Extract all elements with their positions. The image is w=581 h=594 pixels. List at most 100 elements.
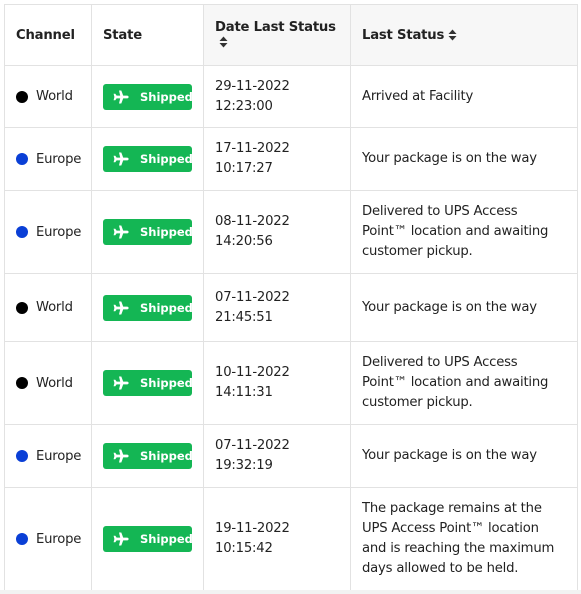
state-cell: Shipped	[91, 65, 204, 128]
date-cell: 08-11-2022 14:20:56	[203, 190, 351, 274]
state-label: Shipped	[140, 376, 193, 390]
state-label: Shipped	[140, 449, 193, 463]
channel-cell: Europe	[4, 487, 92, 591]
state-badge: Shipped	[103, 526, 193, 552]
state-label: Shipped	[140, 225, 193, 239]
table-header-row: Channel State Date Last Status Last Stat…	[4, 4, 578, 66]
header-channel: Channel	[4, 4, 92, 66]
state-badge: Shipped	[103, 443, 193, 469]
airplane-icon	[113, 301, 129, 314]
time-value: 14:11:31	[215, 385, 273, 400]
channel-label: World	[36, 375, 73, 391]
state-badge: Shipped	[103, 294, 193, 321]
channel-dot-icon	[16, 377, 28, 389]
date-cell: 17-11-2022 10:17:27	[203, 127, 351, 191]
sort-icon[interactable]	[448, 29, 457, 41]
channel-label: World	[36, 300, 73, 315]
channel-dot-icon	[16, 301, 28, 314]
table-row[interactable]: World Shipped 10-11-2022 14:11:31 Deliver…	[4, 341, 578, 425]
last-status-cell: Delivered to UPS Access Point™ location …	[350, 341, 578, 425]
shipments-table: Channel State Date Last Status Last Stat…	[4, 4, 578, 591]
state-cell: Shipped	[91, 273, 204, 342]
bottom-scroll-area	[0, 590, 581, 594]
channel-cell: World	[4, 341, 92, 425]
channel-label: World	[36, 89, 73, 104]
last-status-cell: Your package is on the way	[350, 424, 578, 488]
last-status-cell: Your package is on the way	[350, 127, 578, 191]
header-state: State	[91, 4, 204, 66]
channel-cell: Europe	[4, 190, 92, 274]
date-cell: 07-11-2022 21:45:51	[203, 273, 351, 342]
time-value: 10:17:27	[215, 161, 273, 176]
date-cell: 29-11-2022 12:23:00	[203, 65, 351, 128]
table-row[interactable]: World Shipped 29-11-2022 12:23:00 Arrived…	[4, 65, 578, 128]
channel-cell: World	[4, 65, 92, 128]
state-badge: Shipped	[103, 370, 193, 396]
last-status-cell: The package remains at the UPS Access Po…	[350, 487, 578, 591]
airplane-icon	[113, 90, 129, 103]
date-cell: 07-11-2022 19:32:19	[203, 424, 351, 488]
time-value: 12:23:00	[215, 98, 273, 114]
channel-dot-icon	[16, 226, 28, 238]
date-value: 29-11-2022	[215, 78, 290, 94]
channel-cell: Europe	[4, 127, 92, 191]
state-badge: Shipped	[103, 83, 193, 110]
last-status-text: The package remains at the UPS Access Po…	[362, 501, 555, 576]
date-value: 10-11-2022	[215, 365, 290, 380]
state-label: Shipped	[140, 300, 193, 315]
time-value: 10:15:42	[215, 541, 273, 556]
date-value: 07-11-2022	[215, 438, 290, 453]
date-value: 08-11-2022	[215, 214, 290, 229]
state-badge: Shipped	[103, 219, 193, 245]
channel-dot-icon	[16, 450, 28, 462]
channel-cell: World	[4, 273, 92, 342]
time-value: 21:45:51	[215, 309, 273, 325]
state-cell: Shipped	[91, 341, 204, 425]
last-status-text: Arrived at Facility	[362, 88, 474, 104]
state-badge: Shipped	[103, 146, 193, 172]
last-status-text: Your package is on the way	[362, 448, 537, 463]
channel-dot-icon	[16, 533, 28, 545]
channel-cell: Europe	[4, 424, 92, 488]
state-cell: Shipped	[91, 190, 204, 274]
channel-dot-icon	[16, 153, 28, 165]
state-label: Shipped	[140, 89, 193, 104]
state-cell: Shipped	[91, 487, 204, 591]
airplane-icon	[113, 532, 129, 546]
airplane-icon	[113, 376, 129, 390]
state-label: Shipped	[140, 532, 193, 546]
last-status-cell: Delivered to UPS Access Point™ location …	[350, 190, 578, 274]
state-cell: Shipped	[91, 127, 204, 191]
channel-dot-icon	[16, 90, 28, 103]
channel-label: Europe	[36, 531, 82, 547]
last-status-text: Delivered to UPS Access Point™ location …	[362, 355, 549, 410]
table-row[interactable]: World Shipped 07-11-2022 21:45:51 Your pa…	[4, 273, 578, 342]
header-last-status[interactable]: Last Status	[350, 4, 578, 66]
state-cell: Shipped	[91, 424, 204, 488]
last-status-text: Delivered to UPS Access Point™ location …	[362, 204, 549, 259]
channel-label: Europe	[36, 448, 82, 464]
last-status-cell: Your package is on the way	[350, 273, 578, 342]
header-date-last-status[interactable]: Date Last Status	[203, 4, 351, 66]
time-value: 19:32:19	[215, 458, 273, 473]
sort-icon[interactable]	[219, 36, 228, 48]
date-value: 19-11-2022	[215, 521, 290, 536]
airplane-icon	[113, 225, 129, 239]
date-value: 17-11-2022	[215, 141, 290, 156]
table-row[interactable]: Europe Shipped 19-11-2022 10:15:42 The pa…	[4, 487, 578, 591]
date-value: 07-11-2022	[215, 289, 290, 305]
channel-label: Europe	[36, 151, 82, 167]
airplane-icon	[113, 449, 129, 463]
airplane-icon	[113, 152, 129, 166]
table-row[interactable]: Europe Shipped 17-11-2022 10:17:27 Your p…	[4, 127, 578, 191]
last-status-text: Your package is on the way	[362, 151, 537, 166]
time-value: 14:20:56	[215, 234, 273, 249]
date-cell: 10-11-2022 14:11:31	[203, 341, 351, 425]
channel-label: Europe	[36, 224, 82, 240]
table-row[interactable]: Europe Shipped 08-11-2022 14:20:56 Delive…	[4, 190, 578, 274]
last-status-text: Your package is on the way	[362, 299, 537, 315]
state-label: Shipped	[140, 152, 193, 166]
date-cell: 19-11-2022 10:15:42	[203, 487, 351, 591]
last-status-cell: Arrived at Facility	[350, 65, 578, 128]
table-row[interactable]: Europe Shipped 07-11-2022 19:32:19 Your p…	[4, 424, 578, 488]
